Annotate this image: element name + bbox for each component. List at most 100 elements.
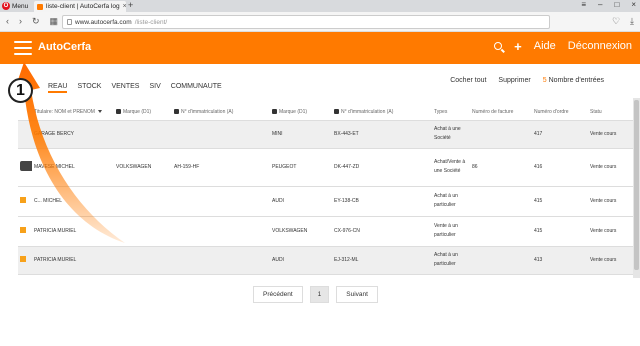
camera-icon[interactable] bbox=[334, 108, 339, 114]
marque-cell bbox=[114, 246, 172, 274]
row-marker-cell bbox=[18, 246, 32, 274]
row-marker-icon bbox=[20, 227, 26, 233]
tab-menu-icon[interactable]: ≡ bbox=[581, 0, 586, 9]
immat-cell: CX-976-CN bbox=[334, 228, 360, 234]
pagination: Précédent 1 Suivant bbox=[253, 286, 378, 303]
brand-logo[interactable]: AutoCerfa bbox=[38, 41, 91, 53]
step-number-badge: 1 bbox=[8, 78, 33, 103]
forward-icon[interactable]: › bbox=[19, 16, 22, 27]
deconnexion-link[interactable]: Déconnexion bbox=[568, 40, 632, 52]
previous-page-button[interactable]: Précédent bbox=[253, 286, 303, 303]
minimize-icon[interactable]: – bbox=[598, 0, 602, 9]
row-marker-cell bbox=[18, 186, 32, 216]
address-bar: ‹ › ↻ ▦ www.autocerfa.com/liste-client/ … bbox=[0, 12, 640, 32]
column-header[interactable]: Marque (D1) bbox=[114, 104, 172, 120]
heart-icon[interactable]: ♡ bbox=[612, 16, 620, 27]
reload-icon[interactable]: ↻ bbox=[32, 16, 40, 27]
immat-cell bbox=[172, 246, 270, 274]
facture-cell bbox=[470, 120, 532, 148]
next-page-button[interactable]: Suivant bbox=[336, 286, 378, 303]
add-icon[interactable]: + bbox=[514, 40, 522, 53]
tab-communaute[interactable]: COMMUNAUTE bbox=[171, 83, 222, 93]
cocher-tout-link[interactable]: Cocher tout bbox=[450, 77, 486, 84]
url-path: /liste-client/ bbox=[134, 18, 168, 26]
row-marker-cell bbox=[18, 120, 32, 148]
maximize-icon[interactable]: □ bbox=[614, 0, 619, 9]
browser-menu-button[interactable]: O Menu bbox=[2, 1, 28, 11]
titulaire-cell: C... MICHEL bbox=[34, 198, 63, 204]
tab-siv[interactable]: SIV bbox=[149, 83, 160, 93]
type-cell: Achat à un particulier bbox=[434, 252, 458, 267]
facture-cell bbox=[470, 246, 532, 274]
statut-cell: Vente cours bbox=[590, 130, 617, 137]
column-header[interactable]: Titulaire: NOM et PRENOM bbox=[32, 104, 114, 120]
current-page-button[interactable]: 1 bbox=[309, 286, 330, 303]
immat-cell: EY-138-CB bbox=[334, 198, 359, 204]
table-row[interactable]: PATRICIA MURIEL AUDI EJ-312-ML Achat à u… bbox=[18, 246, 634, 274]
column-header[interactable]: N° d'immatriculation (A) bbox=[332, 104, 432, 120]
tab-reau[interactable]: REAU bbox=[48, 83, 68, 93]
column-header[interactable]: Statu bbox=[588, 104, 634, 120]
titulaire-cell: PATRICIA MURIEL bbox=[34, 257, 77, 263]
facture-cell bbox=[470, 186, 532, 216]
lock-icon bbox=[67, 19, 72, 25]
titulaire-cell: MAVESE MICHEL bbox=[34, 164, 75, 170]
close-window-icon[interactable]: × bbox=[631, 0, 636, 9]
marque-cell: MINI bbox=[272, 131, 283, 137]
sub-navigation: REAU STOCK VENTES SIV COMMUNAUTE Cocher … bbox=[0, 64, 640, 98]
tab-ventes[interactable]: VENTES bbox=[111, 83, 139, 93]
header-actions: + Aide Déconnexion bbox=[494, 40, 632, 53]
ordre-cell: 415 bbox=[534, 198, 543, 204]
immat-cell: EJ-312-ML bbox=[334, 257, 359, 263]
statut-cell: Vente cours bbox=[590, 256, 617, 263]
aide-link[interactable]: Aide bbox=[534, 40, 556, 52]
camera-icon[interactable] bbox=[116, 108, 121, 114]
entries-count[interactable]: 5 Nombre d'entrées bbox=[543, 77, 604, 84]
window-controls: ≡ – □ × bbox=[581, 0, 636, 9]
url-field[interactable]: www.autocerfa.com/liste-client/ bbox=[62, 15, 550, 29]
column-header[interactable]: Types bbox=[432, 104, 470, 120]
browser-tab-active[interactable]: liste-client | AutoCerfa log × bbox=[34, 1, 126, 12]
column-header[interactable]: Marque (D1) bbox=[270, 104, 332, 120]
entries-count-label: Nombre d'entrées bbox=[548, 77, 604, 84]
address-actions: ♡ ⤓ bbox=[612, 16, 634, 27]
table-row[interactable]: PATRICIA MURIEL VOLKSWAGEN CX-976-CN Ven… bbox=[18, 216, 634, 246]
section-tabs: REAU STOCK VENTES SIV COMMUNAUTE bbox=[48, 83, 222, 93]
search-icon[interactable] bbox=[494, 42, 503, 50]
tab-title: liste-client | AutoCerfa log bbox=[46, 3, 120, 10]
marque-cell: AUDI bbox=[272, 198, 284, 204]
row-marker-icon bbox=[20, 197, 26, 203]
camera-icon[interactable] bbox=[272, 108, 277, 114]
type-cell: Vente à un particulier bbox=[434, 223, 458, 238]
row-marker-cell bbox=[18, 216, 32, 246]
statut-cell: Vente cours bbox=[590, 197, 617, 204]
close-tab-icon[interactable]: × bbox=[123, 3, 126, 10]
marque-cell bbox=[114, 120, 172, 148]
new-tab-icon[interactable]: + bbox=[128, 0, 133, 10]
tab-stock[interactable]: STOCK bbox=[77, 83, 101, 93]
column-header[interactable]: Numéro d'ordre bbox=[532, 104, 588, 120]
ordre-cell: 417 bbox=[534, 131, 543, 137]
table-row[interactable]: C... MICHEL AUDI EY-138-CB Achat à un pa… bbox=[18, 186, 634, 216]
column-header[interactable]: Numéro de facture bbox=[470, 104, 532, 120]
list-actions: Cocher tout Supprimer 5 Nombre d'entrées bbox=[450, 77, 604, 84]
sort-icon[interactable] bbox=[97, 109, 102, 113]
column-header[interactable]: N° d'immatriculation (A) bbox=[172, 104, 270, 120]
browser-tab-bar: O Menu liste-client | AutoCerfa log × + … bbox=[0, 0, 640, 12]
browser-menu-label: Menu bbox=[12, 2, 29, 10]
table-header-row: Titulaire: NOM et PRENOM Marque (D1) N° … bbox=[18, 104, 634, 120]
camera-icon[interactable] bbox=[174, 108, 179, 114]
hamburger-menu-icon[interactable] bbox=[14, 41, 32, 55]
download-icon[interactable]: ⤓ bbox=[630, 16, 634, 27]
scrollbar-thumb[interactable] bbox=[634, 100, 639, 270]
supprimer-link[interactable]: Supprimer bbox=[498, 77, 530, 84]
table-row[interactable]: GARAGE BERCY MINI BX-443-ET Achat à une … bbox=[18, 120, 634, 148]
immat-cell: AH-159-HF bbox=[174, 164, 200, 170]
entries-count-number: 5 bbox=[542, 77, 547, 84]
titulaire-cell: GARAGE BERCY bbox=[34, 131, 75, 137]
type-cell: Achat à une Société bbox=[434, 126, 461, 141]
speed-dial-icon[interactable]: ▦ bbox=[50, 16, 59, 27]
table-row[interactable]: MAVESE MICHEL VOLKSWAGEN AH-159-HF PEUGE… bbox=[18, 148, 634, 186]
back-icon[interactable]: ‹ bbox=[6, 16, 9, 27]
car-thumbnail-icon bbox=[20, 161, 32, 171]
